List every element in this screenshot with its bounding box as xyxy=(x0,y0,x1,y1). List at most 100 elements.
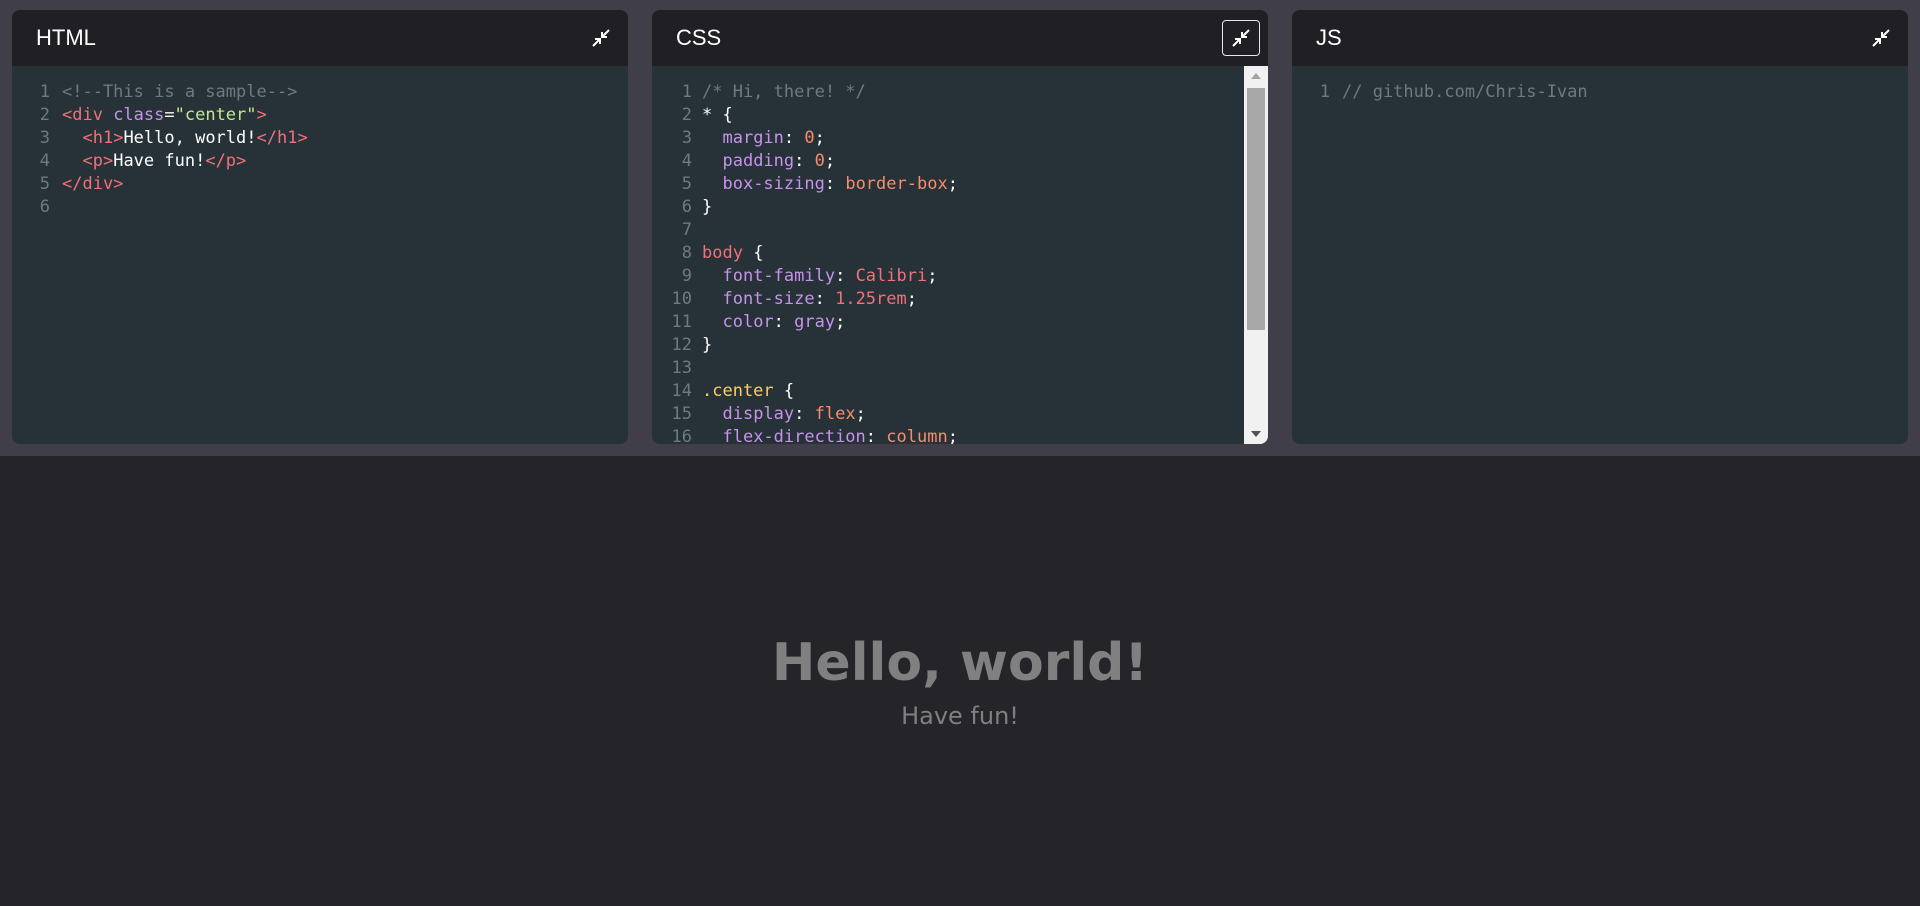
code-token: Have fun! xyxy=(113,151,206,171)
line-number: 3 xyxy=(39,128,50,148)
line-number: 2 xyxy=(39,105,50,125)
line-number: 15 xyxy=(671,404,692,424)
code-line: 1 // github.com/Chris-Ivan xyxy=(1292,81,1908,104)
code-token: font-family xyxy=(722,266,836,286)
line-number: 14 xyxy=(671,381,692,401)
line-number: 6 xyxy=(39,197,50,217)
code-token: <h1> xyxy=(82,128,124,148)
scroll-down-button[interactable] xyxy=(1244,424,1268,444)
css-code-editor[interactable]: 1/* Hi, there! */2 * {3 margin: 0; 4 paddi… xyxy=(652,66,1244,444)
code-token: ; xyxy=(824,151,836,171)
code-token: { xyxy=(742,243,764,263)
code-token: class xyxy=(113,105,165,125)
code-token: 0 xyxy=(804,128,815,148)
preview-heading: Hello, world! xyxy=(771,633,1149,693)
css-collapse-button[interactable] xyxy=(1222,20,1260,56)
code-line: 8 body { xyxy=(652,242,1244,265)
code-line: 11 color: gray; xyxy=(652,311,1244,334)
code-token: </p> xyxy=(205,151,247,171)
code-token: </div> xyxy=(62,174,124,194)
line-number: 16 xyxy=(671,427,692,444)
code-token: ; xyxy=(947,427,958,444)
line-number: 11 xyxy=(671,312,692,332)
code-line: 1 /* Hi, there! */ xyxy=(652,81,1244,104)
code-token: Calibri xyxy=(855,266,928,286)
line-number: 4 xyxy=(681,151,692,171)
code-token: // github.com/Chris-Ivan xyxy=(1342,82,1588,102)
js-editor-panel: JS 1 // github.com/Chris-Ivan xyxy=(1292,10,1908,444)
html-collapse-button[interactable] xyxy=(582,20,620,56)
code-token: font-size xyxy=(722,289,815,309)
code-token: : xyxy=(814,289,836,309)
code-line: 2 * { xyxy=(652,104,1244,127)
code-token: ; xyxy=(855,404,866,424)
line-number: 6 xyxy=(681,197,692,217)
line-number: 7 xyxy=(681,220,692,240)
preview-paragraph: Have fun! xyxy=(901,702,1019,730)
code-token: display xyxy=(722,404,795,424)
js-collapse-button[interactable] xyxy=(1862,20,1900,56)
code-token: padding xyxy=(722,151,795,171)
line-number: 1 xyxy=(681,82,692,102)
editors-strip: HTML 1 <!--This is a sample--> 2 <div class… xyxy=(0,0,1920,456)
code-line: 3 margin: 0; xyxy=(652,127,1244,150)
code-line: 16 flex-direction: column; xyxy=(652,426,1244,444)
css-panel-header: CSS xyxy=(652,10,1268,66)
line-number: 1 xyxy=(1319,82,1330,102)
html-editor-panel: HTML 1 <!--This is a sample--> 2 <div class… xyxy=(12,10,628,444)
code-token: "center" xyxy=(174,105,257,125)
line-number: 9 xyxy=(681,266,692,286)
code-token: } xyxy=(702,335,713,355)
code-token: 1.25rem xyxy=(835,289,907,309)
code-token: : xyxy=(794,151,815,171)
html-panel-header: HTML xyxy=(12,10,628,66)
code-line: 5 box-sizing: border-box; xyxy=(652,173,1244,196)
html-code-editor[interactable]: 1 <!--This is a sample--> 2 <div class="cen… xyxy=(12,66,628,444)
code-token: ; xyxy=(835,312,846,332)
line-number: 3 xyxy=(681,128,692,148)
code-token: <p> xyxy=(82,151,114,171)
code-line: 7 xyxy=(652,219,1244,242)
code-token: <div xyxy=(62,105,114,125)
code-line: 1 <!--This is a sample--> xyxy=(12,81,628,104)
scroll-up-button[interactable] xyxy=(1244,66,1268,86)
code-line: 14 .center { xyxy=(652,380,1244,403)
line-number: 5 xyxy=(681,174,692,194)
code-token: border-box xyxy=(845,174,948,194)
code-token: Hello, world! xyxy=(123,128,257,148)
code-token: column xyxy=(886,427,948,444)
css-panel-title: CSS xyxy=(676,25,722,50)
code-line: 4 padding: 0; xyxy=(652,150,1244,173)
arrow-down-icon xyxy=(1251,431,1261,437)
code-line: 4 <p>Have fun!</p> xyxy=(12,150,628,173)
scroll-thumb[interactable] xyxy=(1247,88,1265,330)
css-editor-scrollbar[interactable] xyxy=(1244,66,1268,444)
code-line: 15 display: flex; xyxy=(652,403,1244,426)
code-line: 10 font-size: 1.25rem; xyxy=(652,288,1244,311)
compress-arrows-icon xyxy=(1232,29,1250,47)
code-token: ; xyxy=(814,128,825,148)
code-token: > xyxy=(256,105,267,125)
js-panel-title: JS xyxy=(1316,25,1342,50)
code-token: { xyxy=(773,381,795,401)
js-code-editor[interactable]: 1 // github.com/Chris-Ivan xyxy=(1292,66,1908,444)
code-token: : xyxy=(773,312,795,332)
code-token: /* Hi, there! */ xyxy=(702,82,866,102)
line-number: 5 xyxy=(39,174,50,194)
code-token: .center xyxy=(702,381,774,401)
code-line: 3 <h1>Hello, world!</h1> xyxy=(12,127,628,150)
compress-arrows-icon xyxy=(592,29,610,47)
code-token: : xyxy=(865,427,887,444)
code-token: margin xyxy=(722,128,784,148)
code-token: ; xyxy=(927,266,938,286)
code-token: : xyxy=(824,174,846,194)
code-token: body xyxy=(702,243,743,263)
line-number: 10 xyxy=(671,289,692,309)
